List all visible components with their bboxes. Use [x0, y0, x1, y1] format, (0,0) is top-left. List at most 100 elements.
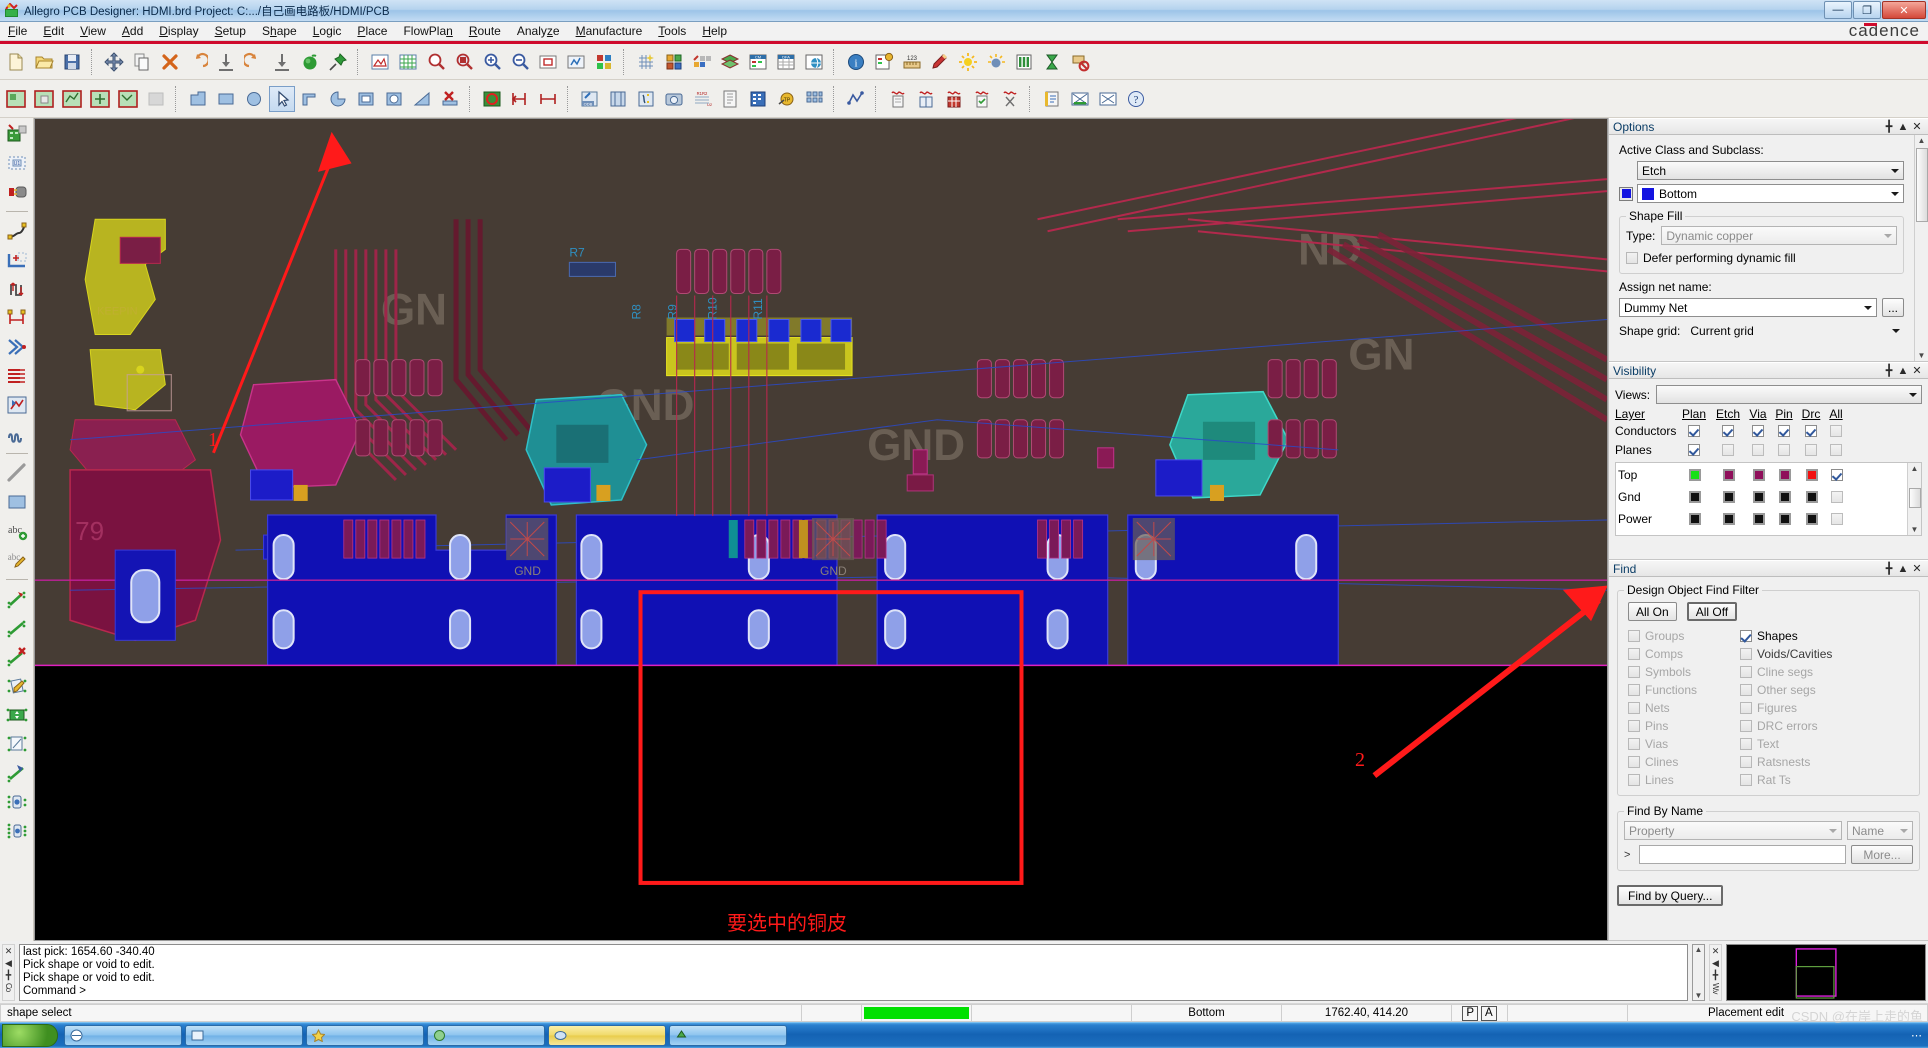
- placement-edit-icon[interactable]: U1: [3, 149, 31, 177]
- grid-toggle-icon[interactable]: [395, 49, 421, 75]
- status-a-toggle[interactable]: A: [1481, 1005, 1497, 1021]
- column-etch[interactable]: Etch: [1711, 407, 1745, 421]
- defer-dynamic-fill-row[interactable]: Defer performing dynamic fill: [1626, 249, 1897, 267]
- filter-ratsnests-row[interactable]: Ratsnests: [1740, 753, 1913, 771]
- edit-text-icon[interactable]: abc: [3, 546, 31, 574]
- filter-figures-row[interactable]: Figures: [1740, 699, 1913, 717]
- placement-icon[interactable]: [661, 49, 687, 75]
- delay-tune-icon[interactable]: [3, 275, 31, 303]
- console-prompt[interactable]: Command >: [23, 985, 1684, 998]
- defer-dynamic-fill-checkbox[interactable]: [1626, 252, 1638, 264]
- shape-select-icon[interactable]: [87, 86, 113, 112]
- pcb-canvas[interactable]: GN GND GND ND GN KEEPIN 79 R7 R8 R9 R10 …: [34, 118, 1608, 941]
- filter-lines-row[interactable]: Lines: [1628, 771, 1724, 789]
- filter-functions-checkbox[interactable]: [1628, 684, 1640, 696]
- conductors-etch-checkbox[interactable]: [1722, 424, 1734, 437]
- conductors-drc-checkbox[interactable]: [1805, 424, 1817, 437]
- collapse-icon[interactable]: ▲: [1896, 563, 1910, 575]
- export-down-icon[interactable]: [269, 49, 295, 75]
- add-text-icon[interactable]: abc: [3, 517, 31, 545]
- zoom-fit-icon[interactable]: [479, 49, 505, 75]
- gnd-pin-color[interactable]: [1779, 491, 1791, 503]
- filter-comps-checkbox[interactable]: [1628, 648, 1640, 660]
- menu-view[interactable]: View: [72, 23, 114, 39]
- taskbar-item[interactable]: [427, 1025, 545, 1046]
- fanout-icon[interactable]: [3, 333, 31, 361]
- filter-drc-errors-checkbox[interactable]: [1740, 720, 1752, 732]
- zoom-out-icon[interactable]: [451, 49, 477, 75]
- auto-interactive-icon[interactable]: [3, 391, 31, 419]
- drill-legend-icon[interactable]: [633, 86, 659, 112]
- net-hilite-icon[interactable]: [3, 585, 31, 613]
- column-via[interactable]: Via: [1745, 407, 1771, 421]
- dim-left-icon[interactable]: [507, 86, 533, 112]
- zoom-in-icon[interactable]: [423, 49, 449, 75]
- delete-icon[interactable]: [157, 49, 183, 75]
- command-console[interactable]: last pick: 1654.60 -340.40 Pick shape or…: [19, 944, 1688, 1001]
- status-p-toggle[interactable]: P: [1462, 1005, 1478, 1021]
- property-icon[interactable]: [871, 49, 897, 75]
- system-tray[interactable]: ⋯: [1911, 1029, 1928, 1042]
- conductors-all-checkbox[interactable]: [1830, 424, 1842, 437]
- filter-groups-row[interactable]: Groups: [1628, 627, 1724, 645]
- film-icon[interactable]: [605, 86, 631, 112]
- route-vertex-icon[interactable]: [3, 304, 31, 332]
- meander-icon[interactable]: [3, 420, 31, 448]
- scroll-thumb[interactable]: [1915, 148, 1928, 222]
- stop-icon[interactable]: [1067, 49, 1093, 75]
- redraw-icon[interactable]: [563, 49, 589, 75]
- name-combo[interactable]: Name: [1847, 821, 1913, 840]
- gnd-etch-color[interactable]: [1723, 491, 1735, 503]
- undo-icon[interactable]: [185, 49, 211, 75]
- conductors-via-checkbox[interactable]: [1752, 424, 1764, 437]
- filter-other-segs-row[interactable]: Other segs: [1740, 681, 1913, 699]
- waveform-clip-icon[interactable]: [997, 86, 1023, 112]
- find-panel-titlebar[interactable]: Find ╋ ▲ ✕: [1609, 560, 1928, 577]
- scroll-up-icon[interactable]: ▲: [1695, 945, 1703, 954]
- camera-icon[interactable]: [661, 86, 687, 112]
- shape-pie-icon[interactable]: [325, 86, 351, 112]
- place-manual-icon[interactable]: [3, 120, 31, 148]
- measure-123-icon[interactable]: 123: [899, 49, 925, 75]
- close-icon[interactable]: ✕: [1910, 562, 1924, 575]
- collapse-icon[interactable]: ▲: [1896, 365, 1910, 377]
- grid-sparkle-icon[interactable]: [633, 49, 659, 75]
- power-all-checkbox[interactable]: [1831, 513, 1843, 525]
- filter-comps-row[interactable]: Comps: [1628, 645, 1724, 663]
- filter-vias-checkbox[interactable]: [1628, 738, 1640, 750]
- move-icon[interactable]: [101, 49, 127, 75]
- arrow-select-icon[interactable]: [269, 85, 295, 112]
- net-edit-icon[interactable]: [3, 672, 31, 700]
- filter-shapes-checkbox[interactable]: [1740, 630, 1752, 642]
- chevron-down-icon[interactable]: [1861, 299, 1874, 316]
- maximize-button[interactable]: ❐: [1853, 1, 1881, 19]
- power-drc-color[interactable]: [1806, 513, 1818, 525]
- top-etch-color[interactable]: [1723, 469, 1735, 481]
- shape-add-circle-icon[interactable]: [31, 86, 57, 112]
- shape-circle2-icon[interactable]: [381, 86, 407, 112]
- status-icon[interactable]: [1039, 86, 1065, 112]
- chevron-down-icon[interactable]: [1888, 162, 1901, 179]
- draw-circle-icon[interactable]: [241, 86, 267, 112]
- shape-compose-icon[interactable]: [297, 86, 323, 112]
- zoom-world-icon[interactable]: [535, 49, 561, 75]
- filter-drc-errors-row[interactable]: DRC errors: [1740, 717, 1913, 735]
- shape-edit-icon[interactable]: [115, 86, 141, 112]
- draw-polygon-icon[interactable]: [185, 86, 211, 112]
- worldview-dock-handle[interactable]: ✕ ◀ ╋ W.v: [1709, 944, 1722, 1001]
- copy-icon[interactable]: [129, 49, 155, 75]
- add-connect-icon[interactable]: [3, 217, 31, 245]
- pin-icon[interactable]: ╋: [6, 971, 11, 980]
- close-icon[interactable]: ✕: [5, 947, 13, 956]
- options-panel-titlebar[interactable]: Options ╋ ▲ ✕: [1609, 118, 1928, 135]
- filter-voids-checkbox[interactable]: [1740, 648, 1752, 660]
- menu-display[interactable]: Display: [151, 23, 206, 39]
- filter-nets-row[interactable]: Nets: [1628, 699, 1724, 717]
- filter-shapes-row[interactable]: Shapes: [1740, 627, 1913, 645]
- net-slide-icon[interactable]: [3, 759, 31, 787]
- pushpin-icon[interactable]: [325, 49, 351, 75]
- green-sphere-icon[interactable]: [297, 49, 323, 75]
- bom-icon[interactable]: [745, 86, 771, 112]
- bus-route-icon[interactable]: [3, 362, 31, 390]
- console-dock-handle[interactable]: ✕ ◀ ╋ Co: [2, 944, 15, 1001]
